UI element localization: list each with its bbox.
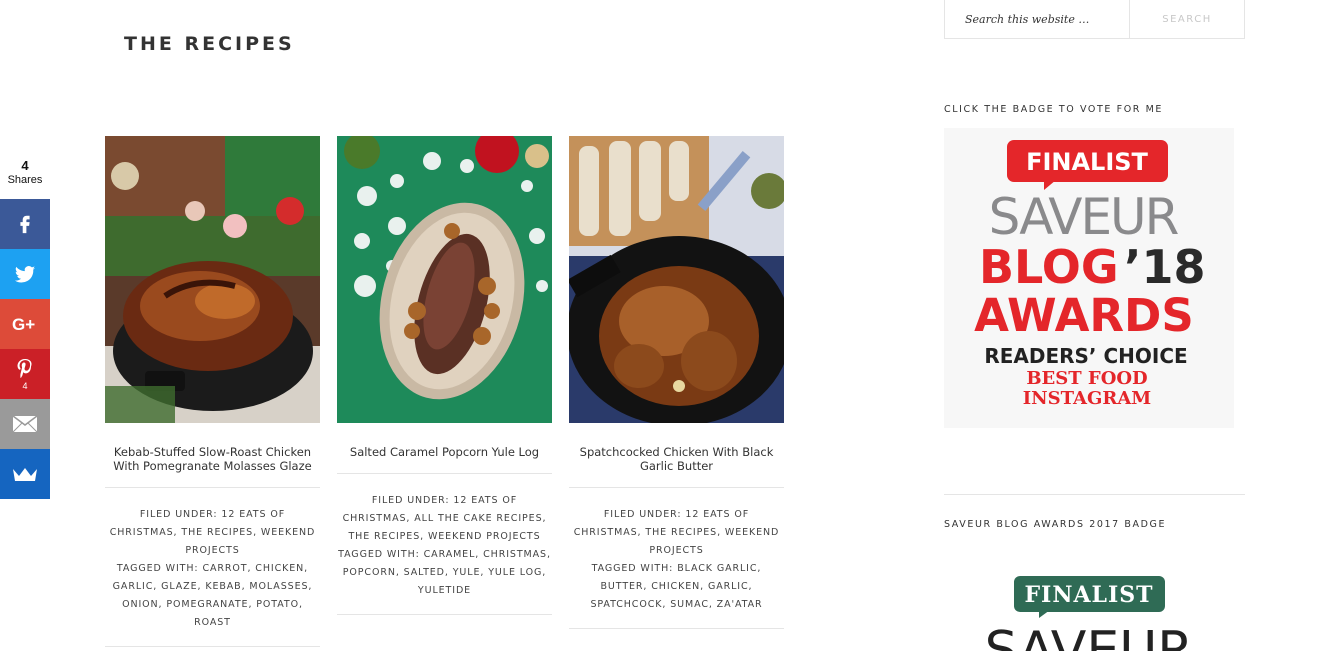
widget-title: CLICK THE BADGE TO VOTE FOR ME: [944, 104, 1163, 115]
google-plus-icon: G+: [12, 315, 35, 334]
email-share-button[interactable]: [0, 399, 50, 449]
recipe-thumbnail[interactable]: [105, 136, 320, 423]
yule-log-image: [337, 136, 552, 423]
pinterest-icon: [17, 358, 32, 378]
badge-saveur-text: SAVEUR: [989, 188, 1179, 246]
recipe-card: Spatchcocked Chicken With Black Garlic B…: [569, 136, 784, 629]
divider: [337, 614, 552, 615]
page-title: THE RECIPES: [124, 33, 295, 55]
facebook-icon: [20, 215, 30, 234]
pinterest-share-count: 4: [22, 380, 28, 391]
filed-under-label: FILED UNDER:: [371, 495, 450, 506]
recipe-thumbnail[interactable]: [337, 136, 552, 423]
search-input[interactable]: [945, 0, 1130, 38]
spatchcocked-chicken-image: [569, 136, 784, 423]
sumome-share-button[interactable]: [0, 449, 50, 499]
badge-readers-choice-text: READERS’ CHOICE: [984, 344, 1187, 368]
badge-blog-text: BLOG: [979, 240, 1119, 294]
recipe-meta: FILED UNDER: 12 EATS OF CHRISTMAS, THE R…: [105, 488, 320, 632]
sidebar-divider: [944, 494, 1245, 495]
badge-category-line2: INSTAGRAM: [1023, 388, 1152, 409]
twitter-share-button[interactable]: [0, 249, 50, 299]
recipe-title-link[interactable]: Salted Caramel Popcorn Yule Log: [337, 445, 552, 459]
badge2-finalist-text: FINALIST: [1024, 582, 1153, 608]
email-icon: [12, 415, 38, 433]
filed-under-label: FILED UNDER:: [603, 509, 682, 520]
saveur-2017-badge-graphic: FINALIST SAVEUR: [944, 560, 1234, 651]
roast-chicken-image: [105, 136, 320, 423]
recipe-meta: FILED UNDER: 12 EATS OF CHRISTMAS, THE R…: [569, 488, 784, 614]
svg-text:G+: G+: [12, 315, 35, 334]
twitter-icon: [14, 266, 36, 283]
facebook-share-button[interactable]: [0, 199, 50, 249]
saveur-2017-finalist-badge[interactable]: FINALIST SAVEUR: [944, 560, 1234, 651]
recipe-title-link[interactable]: Spatchcocked Chicken With Black Garlic B…: [569, 445, 784, 473]
badge-finalist-text: FINALIST: [1026, 148, 1148, 176]
recipe-meta: FILED UNDER: 12 EATS OF CHRISTMAS, ALL T…: [337, 474, 552, 600]
recipe-card: Salted Caramel Popcorn Yule Log FILED UN…: [337, 136, 552, 615]
pinterest-share-button[interactable]: 4: [0, 349, 50, 399]
share-count: 4 Shares: [0, 158, 50, 186]
recipe-title-link[interactable]: Kebab-Stuffed Slow-Roast Chicken With Po…: [105, 445, 320, 473]
recipe-thumbnail[interactable]: [569, 136, 784, 423]
badge-year-text: ’18: [1124, 240, 1206, 294]
tagged-with-label: TAGGED WITH:: [116, 563, 199, 574]
search-form: SEARCH: [944, 0, 1245, 39]
saveur-badge-graphic: FINALIST SAVEUR BLOG ’18 AWARDS READERS’…: [944, 128, 1234, 428]
widget-title: SAVEUR BLOG AWARDS 2017 BADGE: [944, 519, 1167, 530]
badge2-saveur-text: SAVEUR: [985, 621, 1194, 651]
divider: [105, 646, 320, 647]
crown-icon: [13, 468, 37, 481]
filed-under-label: FILED UNDER:: [139, 509, 218, 520]
badge-category-line1: BEST FOOD: [1026, 368, 1147, 389]
tagged-with-label: TAGGED WITH:: [338, 549, 420, 560]
divider: [569, 628, 784, 629]
google-plus-share-button[interactable]: G+: [0, 299, 50, 349]
recipe-card: Kebab-Stuffed Slow-Roast Chicken With Po…: [105, 136, 320, 647]
tagged-with-label: TAGGED WITH:: [591, 563, 674, 574]
search-button[interactable]: SEARCH: [1130, 0, 1244, 38]
badge-awards-text: AWARDS: [974, 289, 1194, 342]
share-count-label: Shares: [7, 174, 43, 186]
share-count-number: 4: [21, 158, 29, 173]
saveur-2018-finalist-badge[interactable]: FINALIST SAVEUR BLOG ’18 AWARDS READERS’…: [944, 128, 1234, 428]
